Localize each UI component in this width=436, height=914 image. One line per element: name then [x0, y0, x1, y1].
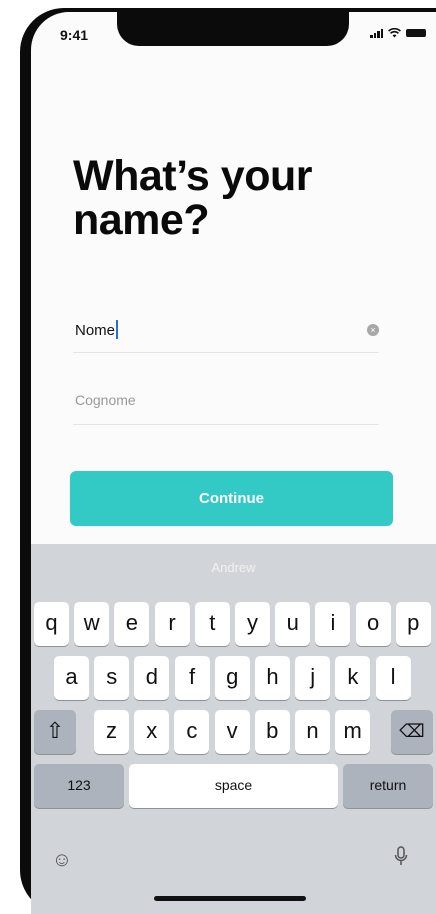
- wifi-icon: [388, 28, 401, 38]
- keyboard-suggestion[interactable]: Andrew: [31, 544, 436, 592]
- shift-key[interactable]: ⇧: [34, 710, 76, 754]
- key-u[interactable]: u: [275, 602, 311, 646]
- key-k[interactable]: k: [335, 656, 371, 700]
- key-m[interactable]: m: [335, 710, 371, 754]
- battery-icon: [406, 29, 426, 37]
- key-a[interactable]: a: [54, 656, 89, 700]
- key-l[interactable]: l: [375, 656, 411, 700]
- emoji-icon[interactable]: ☺: [48, 846, 76, 874]
- continue-button[interactable]: Continue: [70, 471, 393, 526]
- signal-icon: [370, 28, 383, 38]
- text-cursor: [116, 320, 119, 339]
- first-name-field[interactable]: Nome ×: [73, 312, 379, 353]
- key-g[interactable]: g: [214, 656, 250, 700]
- page-title: What’s your name?: [73, 152, 312, 244]
- key-i[interactable]: i: [315, 602, 351, 646]
- status-icons: [370, 28, 426, 38]
- key-w[interactable]: w: [74, 602, 110, 646]
- delete-key[interactable]: ⌫: [391, 710, 433, 754]
- home-indicator: [154, 896, 306, 901]
- numbers-key[interactable]: 123: [34, 764, 124, 808]
- key-x[interactable]: x: [134, 710, 170, 754]
- key-s[interactable]: s: [94, 656, 130, 700]
- key-p[interactable]: p: [395, 602, 431, 646]
- key-t[interactable]: t: [194, 602, 230, 646]
- status-time: 9:41: [60, 27, 89, 43]
- last-name-placeholder: Cognome: [75, 392, 136, 408]
- key-e[interactable]: e: [114, 602, 150, 646]
- key-f[interactable]: f: [174, 656, 210, 700]
- keyboard: Andrew qwertyuiop asdfghjkl ⇧ ⌫ zxcvbnm …: [31, 544, 436, 914]
- key-d[interactable]: d: [134, 656, 170, 700]
- key-r[interactable]: r: [154, 602, 190, 646]
- key-n[interactable]: n: [295, 710, 330, 754]
- clear-icon[interactable]: ×: [367, 324, 379, 336]
- key-h[interactable]: h: [255, 656, 290, 700]
- last-name-field[interactable]: Cognome: [73, 384, 379, 425]
- key-b[interactable]: b: [254, 710, 290, 754]
- key-j[interactable]: j: [295, 656, 331, 700]
- key-y[interactable]: y: [235, 602, 270, 646]
- return-key[interactable]: return: [343, 764, 433, 808]
- key-c[interactable]: c: [174, 710, 210, 754]
- screen: 9:41 What’s your name? Nome × Cognome Co…: [31, 12, 436, 914]
- microphone-icon[interactable]: [387, 846, 415, 874]
- first-name-value: Nome: [75, 322, 116, 339]
- key-z[interactable]: z: [94, 710, 129, 754]
- key-q[interactable]: q: [34, 602, 69, 646]
- notch: [117, 12, 349, 46]
- status-bar: 9:41: [31, 12, 436, 56]
- key-v[interactable]: v: [214, 710, 250, 754]
- key-o[interactable]: o: [355, 602, 391, 646]
- space-key[interactable]: space: [129, 764, 338, 808]
